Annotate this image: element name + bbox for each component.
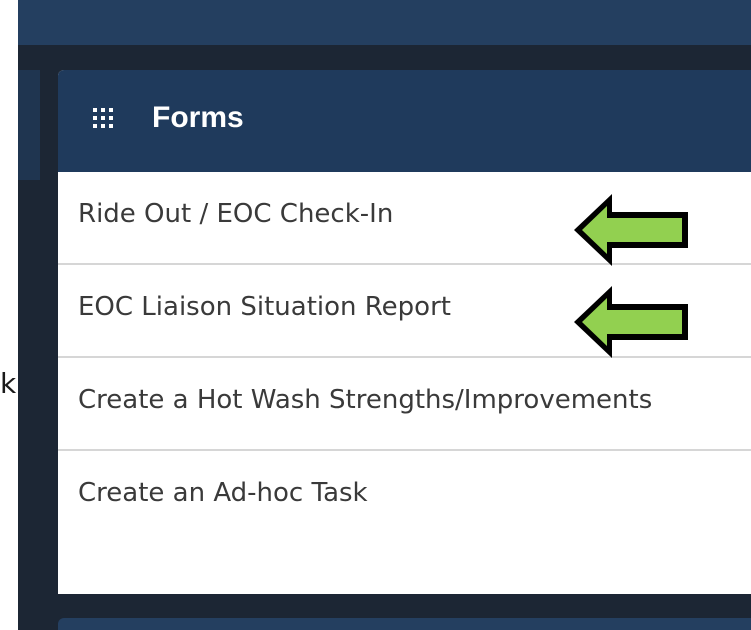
left-rail <box>18 70 40 180</box>
next-panel-header <box>58 618 751 630</box>
form-item-label: Ride Out / EOC Check-In <box>78 199 394 229</box>
form-item-ad-hoc-task[interactable]: Create an Ad-hoc Task <box>58 451 751 594</box>
forms-panel-header: Forms <box>58 70 751 172</box>
left-arrow-icon <box>574 286 688 358</box>
form-item-label: EOC Liaison Situation Report <box>78 292 451 322</box>
left-arrow-icon <box>574 194 688 266</box>
form-item-hot-wash[interactable]: Create a Hot Wash Strengths/Improvements <box>58 358 751 451</box>
form-item-label: Create a Hot Wash Strengths/Improvements <box>78 385 653 415</box>
form-item-label: Create an Ad-hoc Task <box>78 478 368 508</box>
top-bar <box>18 0 751 45</box>
stray-text-fragment: k <box>0 367 17 400</box>
screenshot-canvas: k Forms Ride Out / EOC Check-In EOC Liai… <box>0 0 751 630</box>
left-margin <box>0 0 18 630</box>
panel-title: Forms <box>152 101 244 134</box>
grid-icon <box>93 108 113 128</box>
